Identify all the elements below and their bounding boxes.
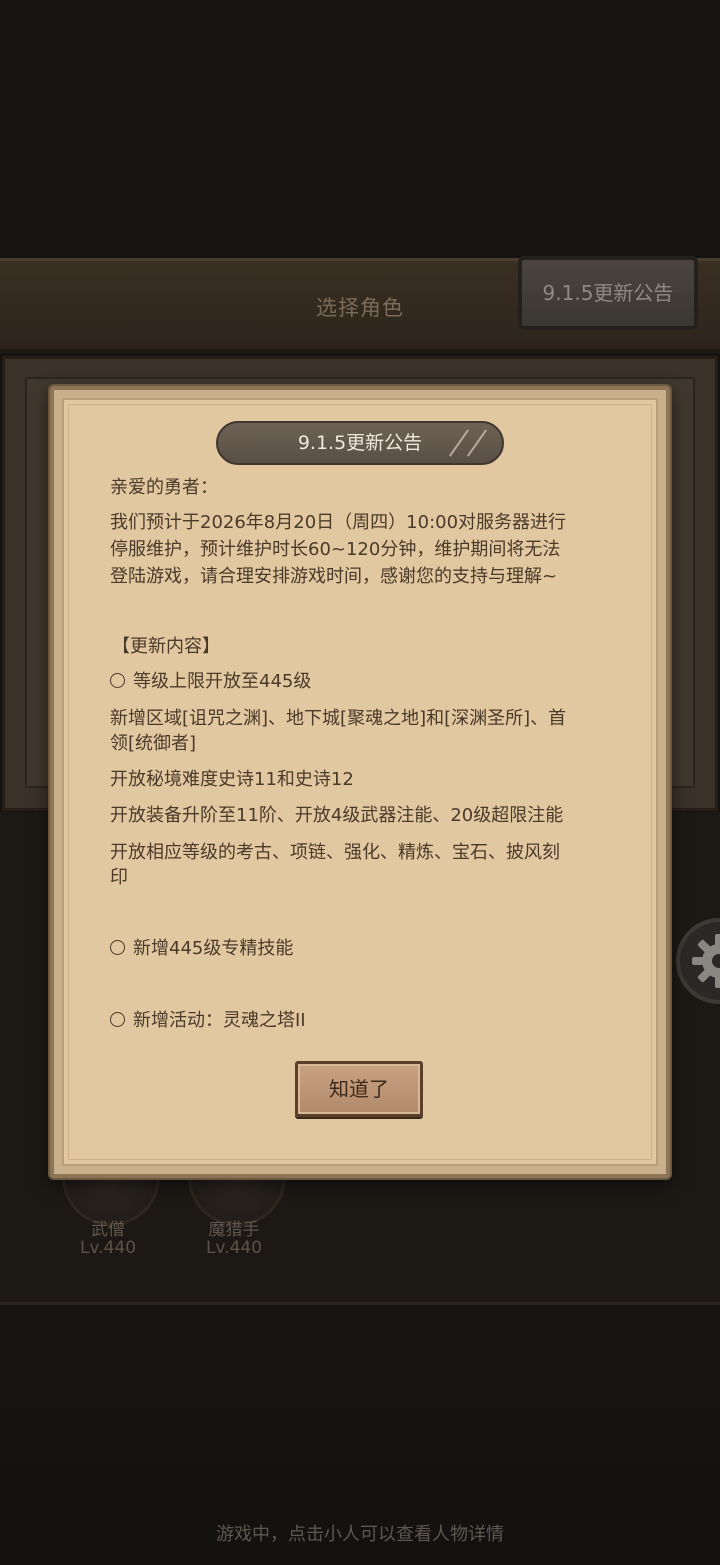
character-level: Lv.440 bbox=[79, 1238, 137, 1258]
ok-button[interactable]: 知道了 bbox=[295, 1061, 423, 1117]
update-detail: 新增区域[诅咒之渊]、地下城[聚魂之地]和[深渊圣所]、首 bbox=[110, 708, 567, 729]
gear-icon bbox=[692, 934, 720, 988]
circle-bullet-icon bbox=[110, 673, 125, 688]
paragraph-line: 登陆游戏，请合理安排游戏时间，感谢您的支持与理解~ bbox=[110, 566, 558, 587]
paragraph-line: 我们预计于2026年8月20日（周四）10:00对服务器进行 bbox=[110, 512, 567, 533]
screen: 选择角色 9.1.5更新公告 武僧 Lv.440 魔猎手 Lv.440 游戏中，… bbox=[0, 0, 720, 1565]
update-item-text: 等级上限开放至445级 bbox=[133, 671, 312, 692]
notice-tab-button[interactable]: 9.1.5更新公告 bbox=[518, 256, 698, 330]
modal-title: 9.1.5更新公告 bbox=[216, 421, 504, 465]
footer-hint: 游戏中，点击小人可以查看人物详情 bbox=[216, 1524, 504, 1545]
modal-title-text: 9.1.5更新公告 bbox=[297, 432, 423, 454]
update-detail: 领[统御者] bbox=[110, 733, 197, 754]
paragraph-line: 停服维护，预计维护时长60~120分钟，维护期间将无法 bbox=[110, 539, 561, 560]
circle-bullet-icon bbox=[110, 1012, 125, 1027]
title-decoration bbox=[467, 429, 487, 457]
character-name: 魔猎手 bbox=[208, 1220, 260, 1240]
update-detail: 开放装备升阶至11阶、开放4级武器注能、20级超限注能 bbox=[110, 805, 564, 826]
update-item: 新增活动：灵魂之塔II bbox=[110, 1007, 610, 1034]
update-detail: 开放秘境难度史诗11和史诗12 bbox=[110, 769, 354, 790]
update-item-text: 新增445级专精技能 bbox=[133, 938, 294, 959]
greeting-text: 亲爱的勇者： bbox=[110, 477, 218, 498]
update-item-text: 新增活动：灵魂之塔II bbox=[133, 1010, 306, 1031]
update-item: 新增445级专精技能 bbox=[110, 935, 610, 962]
circle-bullet-icon bbox=[110, 940, 125, 955]
section-heading: 【更新内容】 bbox=[112, 636, 220, 657]
update-item: 等级上限开放至445级 bbox=[110, 668, 610, 695]
update-detail: 印 bbox=[110, 867, 128, 888]
title-decoration bbox=[449, 429, 469, 457]
update-detail: 开放相应等级的考古、项链、强化、精炼、宝石、披风刻 bbox=[110, 842, 560, 863]
background-top bbox=[0, 0, 720, 255]
character-level: Lv.440 bbox=[205, 1238, 263, 1258]
character-name: 武僧 bbox=[91, 1220, 125, 1240]
